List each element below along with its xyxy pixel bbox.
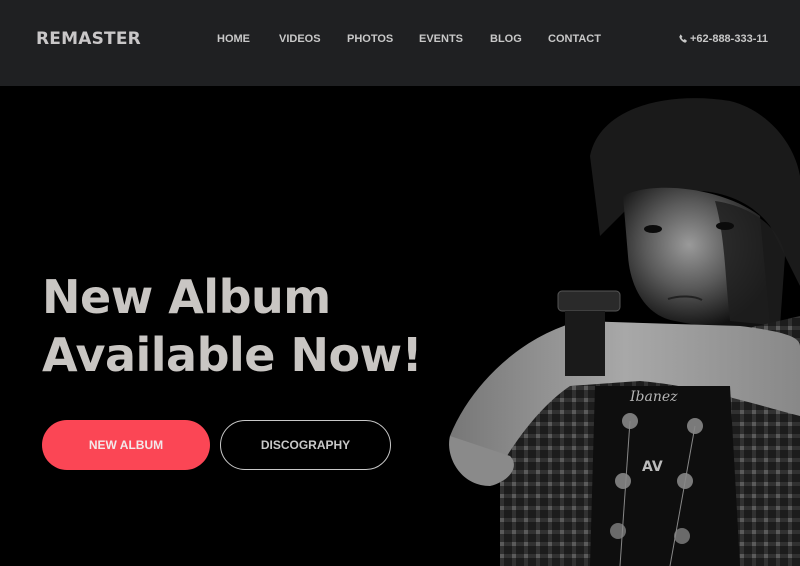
svg-text:Ibanez: Ibanez bbox=[629, 389, 678, 405]
nav-item-photos[interactable]: PHOTOS bbox=[347, 33, 393, 45]
nav-item-blog[interactable]: BLOG bbox=[490, 33, 522, 45]
nav-item-videos[interactable]: VIDEOS bbox=[279, 33, 321, 45]
phone-icon bbox=[679, 34, 687, 43]
discography-button[interactable]: DISCOGRAPHY bbox=[220, 420, 391, 470]
hero-section: Ibanez AV New Album Available Now! NEW A… bbox=[0, 86, 800, 566]
phone-contact[interactable]: +62-888-333-11 bbox=[678, 33, 768, 45]
nav-item-contact[interactable]: CONTACT bbox=[548, 33, 601, 45]
site-header: REMASTER HOME VIDEOS PHOTOS EVENTS BLOG … bbox=[0, 0, 800, 86]
hero-headline: New Album Available Now! bbox=[42, 268, 423, 384]
svg-text:AV: AV bbox=[642, 459, 663, 475]
headline-line-2: Available Now! bbox=[42, 328, 423, 382]
nav-item-events[interactable]: EVENTS bbox=[419, 33, 463, 45]
new-album-button[interactable]: NEW ALBUM bbox=[42, 420, 210, 470]
headline-line-1: New Album bbox=[42, 270, 331, 324]
nav-item-home[interactable]: HOME bbox=[217, 33, 250, 45]
hero-portrait-image: Ibanez AV bbox=[440, 86, 800, 566]
phone-number: +62-888-333-11 bbox=[690, 33, 768, 45]
site-logo[interactable]: REMASTER bbox=[36, 29, 141, 49]
